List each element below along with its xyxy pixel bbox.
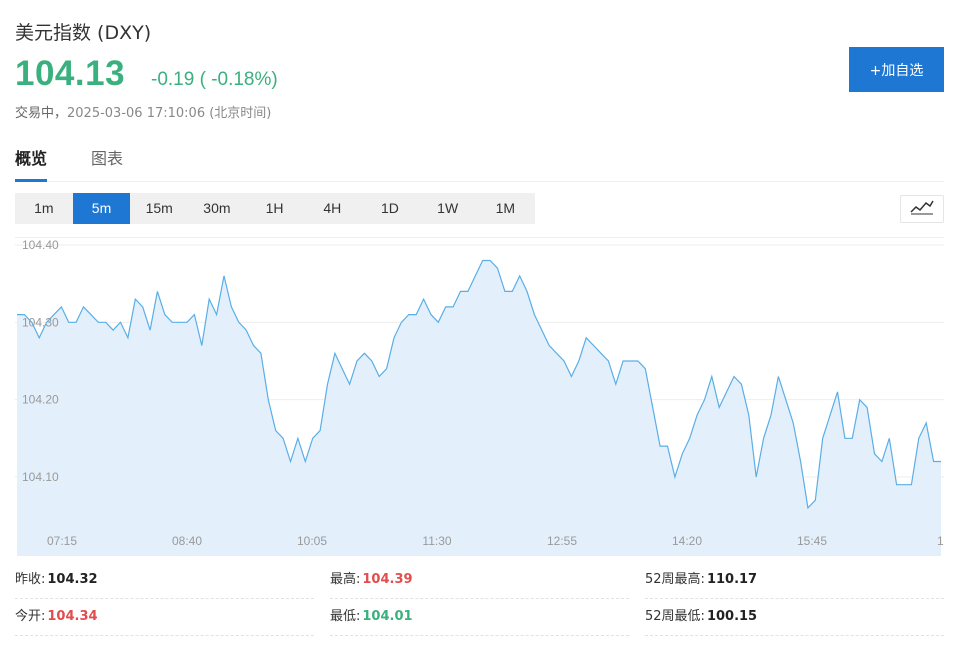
- x-tick-label: 07:15: [47, 534, 77, 548]
- period-1d[interactable]: 1D: [361, 193, 419, 224]
- current-price: 104.13: [15, 54, 126, 93]
- period-selector: 1m 5m 15m 30m 1H 4H 1D 1W 1M: [15, 193, 535, 224]
- line-chart-icon: [910, 199, 934, 219]
- x-tick-label: 12:55: [547, 534, 577, 548]
- stat-52w-low: 52周最低: 100.15: [645, 599, 944, 636]
- stat-low-label: 最低:: [330, 609, 361, 624]
- y-tick-label: 104.20: [22, 393, 59, 407]
- tab-bar: 概览 图表: [15, 148, 944, 182]
- stat-low: 最低: 104.01: [330, 599, 629, 636]
- stat-high-label: 最高:: [330, 572, 361, 587]
- x-tick-label: 10:05: [297, 534, 327, 548]
- chart-type-toggle[interactable]: [900, 195, 944, 223]
- period-1h[interactable]: 1H: [246, 193, 304, 224]
- stat-high-value: 104.39: [362, 572, 413, 587]
- trading-status: 交易中，2025-03-06 17:10:06 (北京时间): [15, 102, 271, 121]
- period-30m[interactable]: 30m: [188, 193, 246, 224]
- period-4h[interactable]: 4H: [303, 193, 361, 224]
- x-tick-label: 17:1: [937, 534, 944, 548]
- stat-52w-low-label: 52周最低:: [645, 609, 705, 624]
- period-1mo[interactable]: 1M: [477, 193, 535, 224]
- chart-area-fill: [17, 260, 941, 556]
- stat-low-value: 104.01: [362, 609, 413, 624]
- status-timestamp: 2025-03-06 17:10:06 (北京时间): [67, 106, 272, 121]
- tab-overview[interactable]: 概览: [15, 148, 48, 182]
- stat-52w-high: 52周最高: 110.17: [645, 562, 944, 599]
- y-tick-label: 104.40: [22, 238, 59, 252]
- period-15m[interactable]: 15m: [130, 193, 188, 224]
- y-tick-label: 104.10: [22, 470, 59, 484]
- stat-open-value: 104.34: [47, 609, 98, 624]
- stat-open-label: 今开:: [15, 609, 46, 624]
- price-chart[interactable]: 104.40 104.30 104.20 104.10 07:15 08:40 10:05…: [15, 237, 944, 556]
- status-label: 交易中，: [15, 106, 68, 121]
- stat-52w-high-value: 110.17: [706, 572, 758, 587]
- stat-prev-close-label: 昨收:: [15, 572, 46, 587]
- x-tick-label: 15:45: [797, 534, 827, 548]
- y-tick-label: 104.30: [22, 315, 59, 329]
- stat-prev-close: 昨收: 104.32: [15, 562, 314, 599]
- add-watchlist-button[interactable]: +加自选: [849, 47, 944, 92]
- x-tick-label: 08:40: [172, 534, 202, 548]
- price-change: -0.19 ( -0.18%): [151, 69, 278, 90]
- period-1w[interactable]: 1W: [419, 193, 477, 224]
- tab-chart[interactable]: 图表: [91, 148, 123, 182]
- x-tick-label: 14:20: [672, 534, 702, 548]
- page-title: 美元指数 (DXY): [15, 22, 152, 44]
- stat-open: 今开: 104.34: [15, 599, 314, 636]
- period-1m[interactable]: 1m: [15, 193, 73, 224]
- period-5m[interactable]: 5m: [72, 193, 131, 224]
- stat-52w-high-label: 52周最高:: [645, 572, 705, 587]
- price-chart-svg: 104.40 104.30 104.20 104.10 07:15 08:40 10:05…: [15, 238, 944, 556]
- stat-high: 最高: 104.39: [330, 562, 629, 599]
- x-tick-label: 11:30: [422, 534, 451, 548]
- stat-52w-low-value: 100.15: [706, 609, 758, 624]
- stat-prev-close-value: 104.32: [47, 572, 98, 587]
